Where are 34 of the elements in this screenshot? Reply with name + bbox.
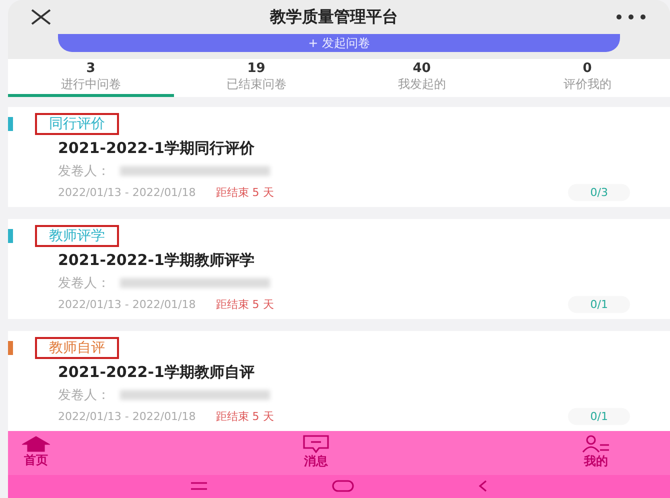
create-survey-button[interactable]: + 发起问卷 [58,34,620,52]
stat-tab[interactable]: 19 已结束问卷 [174,59,339,98]
date-range: 2022/01/13 - 2022/01/18 [58,410,196,424]
date-range: 2022/01/13 - 2022/01/18 [58,298,196,312]
category-tag: 教师评学 [35,225,119,248]
survey-card[interactable]: 同行评价 2021-2022-1学期同行评价 发卷人： 2022/01/13 - 2022/01/18 距结束 5 天 0/3 [8,107,670,208]
progress-count: 0/1 [568,408,630,426]
stat-tab[interactable]: 3 进行中问卷 [8,59,174,98]
app-title: 教学质量管理平台 [270,6,398,28]
remaining-time: 距结束 5 天 [216,185,274,200]
survey-title: 2021-2022-1学期教师自评 [57,363,256,382]
message-icon [303,435,329,454]
survey-title: 2021-2022-1学期同行评价 [57,139,256,158]
category-tag: 同行评价 [35,113,119,136]
date-range: 2022/01/13 - 2022/01/18 [58,186,196,200]
profile-icon [582,435,610,454]
sender-label: 发卷人： [58,387,110,404]
stat-tab[interactable]: 40 我发起的 [339,59,504,98]
remaining-time: 距结束 5 天 [216,297,274,312]
stat-tab[interactable]: 0 评价我的 [504,59,670,98]
home-icon [22,436,50,452]
menu-icon[interactable] [190,481,208,492]
survey-title: 2021-2022-1学期教师评学 [57,251,256,270]
category-tag: 教师自评 [35,337,119,360]
sender-label: 发卷人： [58,275,110,292]
progress-count: 0/3 [568,184,630,202]
remaining-time: 距结束 5 天 [216,409,274,424]
more-icon[interactable] [616,14,646,20]
back-icon[interactable] [478,480,488,492]
survey-card[interactable]: 教师自评 2021-2022-1学期教师自评 发卷人： 2022/01/13 - 2022/01/18 距结束 5 天 0/1 [8,331,670,432]
sender-label: 发卷人： [58,163,110,180]
progress-count: 0/1 [568,296,630,314]
survey-card[interactable]: 教师评学 2021-2022-1学期教师评学 发卷人： 2022/01/13 - 2022/01/18 距结束 5 天 0/1 [8,219,670,320]
close-icon[interactable] [30,9,52,26]
